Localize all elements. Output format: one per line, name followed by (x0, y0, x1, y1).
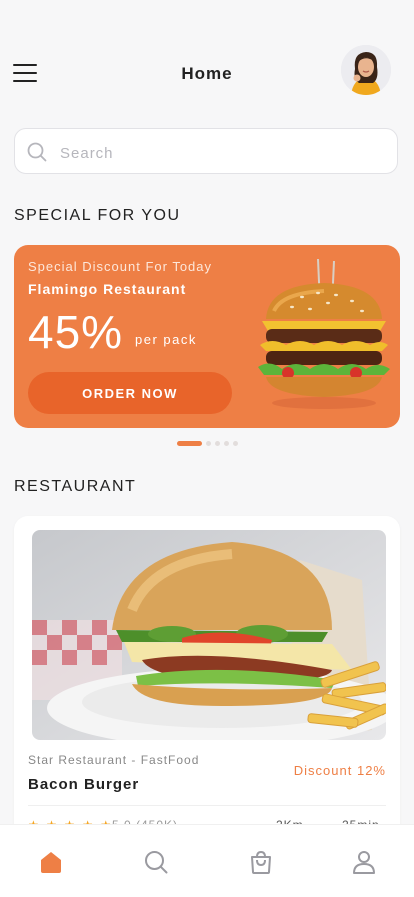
restaurant-card[interactable]: Star Restaurant - FastFood Bacon Burger … (14, 516, 400, 846)
bag-icon[interactable] (248, 849, 274, 875)
food-image (32, 530, 386, 740)
promo-unit: per pack (135, 332, 197, 347)
carousel-dot[interactable] (215, 441, 220, 446)
promo-subtitle: Special Discount For Today (28, 259, 213, 274)
divider (28, 805, 386, 806)
carousel-dot[interactable] (206, 441, 211, 446)
carousel-dot[interactable] (224, 441, 229, 446)
special-section-title: SPECIAL FOR YOU (14, 207, 181, 224)
promo-banner[interactable]: Special Discount For Today Flamingo Rest… (14, 245, 400, 428)
promo-discount: 45% (28, 306, 124, 358)
discount-label: Discount 12% (293, 763, 386, 778)
food-name: Bacon Burger (28, 776, 140, 793)
promo-restaurant-name: Flamingo Restaurant (28, 281, 187, 297)
carousel-dot[interactable] (233, 441, 238, 446)
bottom-tab-bar (0, 824, 414, 897)
search-tab-icon[interactable] (143, 849, 169, 875)
search-bar[interactable] (14, 128, 398, 174)
app-header: Home (0, 0, 414, 120)
search-icon (27, 142, 47, 162)
avatar-image (341, 45, 391, 95)
profile-icon[interactable] (351, 849, 377, 875)
restaurant-section-title: RESTAURANT (14, 478, 137, 495)
avatar[interactable] (341, 45, 391, 95)
home-icon[interactable] (38, 849, 64, 875)
carousel-dot-active[interactable] (177, 441, 202, 446)
burger-image (258, 258, 390, 409)
search-input[interactable] (58, 139, 382, 167)
order-now-button[interactable]: ORDER NOW (28, 372, 232, 414)
restaurant-category: Star Restaurant - FastFood (28, 753, 200, 767)
